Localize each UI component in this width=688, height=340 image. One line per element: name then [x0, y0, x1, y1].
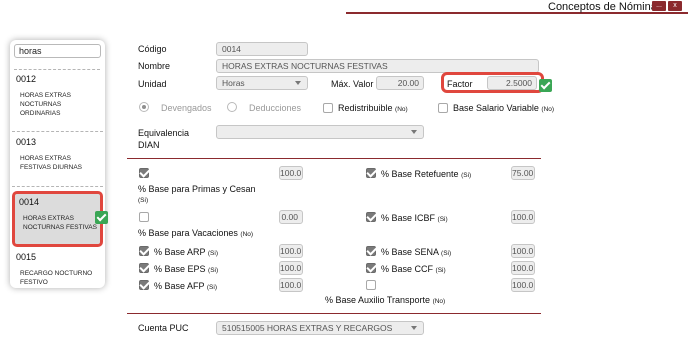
list-item-name: HORAS EXTRAS NOCTURNAS ORDINARIAS: [20, 92, 71, 117]
equivalencia-label: Equivalencia: [138, 128, 190, 138]
list-item-0015[interactable]: 0015 RECARGO NOCTURNO FESTIVO: [12, 250, 103, 288]
auxilio-transporte-value[interactable]: 100.0: [511, 278, 535, 292]
eps-label: % Base EPS (Si): [154, 264, 219, 274]
base-salario-variable-label: Base Salario Variable (No): [453, 103, 555, 113]
window-title: Conceptos de Nómina: [548, 1, 657, 13]
factor-label: Factor: [447, 79, 473, 89]
minimize-button[interactable]: ...: [652, 1, 666, 11]
nombre-field[interactable]: HORAS EXTRAS NOCTURNAS FESTIVAS: [216, 59, 539, 73]
unidad-select[interactable]: Horas: [216, 76, 308, 90]
sena-label: % Base SENA (Si): [381, 247, 452, 257]
search-input[interactable]: [14, 44, 101, 58]
icbf-checkbox[interactable]: [366, 212, 376, 222]
primas-si: (Si): [138, 197, 149, 204]
list-item-code: 0012: [16, 74, 37, 84]
sena-value[interactable]: 100.0: [511, 244, 535, 258]
list-item-code: 0014: [19, 197, 40, 207]
vacaciones-label: % Base para Vacaciones (No): [138, 228, 254, 238]
devengados-label: Devengados: [161, 103, 212, 113]
factor-field[interactable]: 2.5000: [487, 76, 537, 90]
selected-check-icon: [95, 211, 108, 224]
afp-label: % Base AFP (Si): [154, 281, 217, 291]
icbf-label: % Base ICBF (Si): [381, 213, 448, 223]
list-item-name: HORAS EXTRAS NOCTURNAS FESTIVAS: [23, 215, 97, 231]
vacaciones-checkbox[interactable]: [139, 212, 149, 222]
codigo-field[interactable]: 0014: [216, 42, 308, 56]
ccf-label: % Base CCF (Si): [381, 264, 446, 274]
unidad-label: Unidad: [138, 79, 167, 89]
retefuente-value[interactable]: 75.00: [511, 166, 535, 180]
primas-value[interactable]: 100.0: [279, 166, 303, 180]
list-item-0014[interactable]: 0014 HORAS EXTRAS NOCTURNAS FESTIVAS: [12, 191, 103, 247]
arp-label: % Base ARP (Si): [154, 247, 218, 257]
ccf-checkbox[interactable]: [366, 263, 376, 273]
redistribuible-label: Redistribuible (No): [338, 103, 408, 113]
primas-label: % Base para Primas y Cesan: [138, 184, 256, 194]
list-divider: [14, 69, 100, 70]
auxilio-transporte-label: % Base Auxilio Transporte (No): [325, 295, 446, 305]
max-valor-label: Máx. Valor: [331, 79, 374, 89]
arp-value[interactable]: 100.0: [279, 244, 303, 258]
codigo-label: Código: [138, 44, 167, 54]
nombre-label: Nombre: [138, 61, 171, 71]
list-item-name: HORAS EXTRAS FESTIVAS DIURNAS: [20, 155, 83, 171]
retefuente-label: % Base Retefuente (Si): [381, 169, 472, 179]
concepts-list-panel: 0012 HORAS EXTRAS NOCTURNAS ORDINARIAS 0…: [10, 40, 105, 288]
deducciones-radio[interactable]: [227, 102, 237, 112]
deducciones-label: Deducciones: [249, 103, 302, 113]
cuenta-puc-label: Cuenta PUC: [138, 323, 189, 333]
vacaciones-value[interactable]: 0.00: [279, 210, 303, 224]
primas-checkbox[interactable]: [139, 168, 149, 178]
list-item-0012[interactable]: 0012 HORAS EXTRAS NOCTURNAS ORDINARIAS: [12, 74, 103, 132]
list-item-0013[interactable]: 0013 HORAS EXTRAS FESTIVAS DIURNAS: [12, 137, 103, 187]
base-salario-variable-checkbox[interactable]: [438, 103, 448, 113]
sena-checkbox[interactable]: [366, 246, 376, 256]
equivalencia-dian-select[interactable]: [216, 125, 424, 139]
auxilio-transporte-checkbox[interactable]: [366, 280, 376, 290]
ccf-value[interactable]: 100.0: [511, 261, 535, 275]
list-item-name: RECARGO NOCTURNO FESTIVO: [20, 270, 93, 286]
eps-value[interactable]: 100.0: [279, 261, 303, 275]
section-divider-top: [127, 158, 541, 159]
list-item-code: 0015: [16, 252, 37, 262]
section-divider-bottom: [127, 313, 541, 314]
devengados-radio[interactable]: [139, 102, 149, 112]
factor-check-icon: [539, 79, 552, 92]
max-valor-field[interactable]: 20.00: [376, 76, 424, 90]
icbf-value[interactable]: 100.0: [511, 210, 535, 224]
afp-checkbox[interactable]: [139, 280, 149, 290]
arp-checkbox[interactable]: [139, 246, 149, 256]
afp-value[interactable]: 100.0: [279, 278, 303, 292]
cuenta-puc-select[interactable]: 510515005 HORAS EXTRAS Y RECARGOS: [216, 321, 424, 335]
eps-checkbox[interactable]: [139, 263, 149, 273]
close-button[interactable]: x: [668, 1, 682, 11]
list-item-code: 0013: [16, 137, 37, 147]
redistribuible-checkbox[interactable]: [323, 103, 333, 113]
dian-label: DIAN: [138, 140, 160, 150]
retefuente-checkbox[interactable]: [366, 168, 376, 178]
